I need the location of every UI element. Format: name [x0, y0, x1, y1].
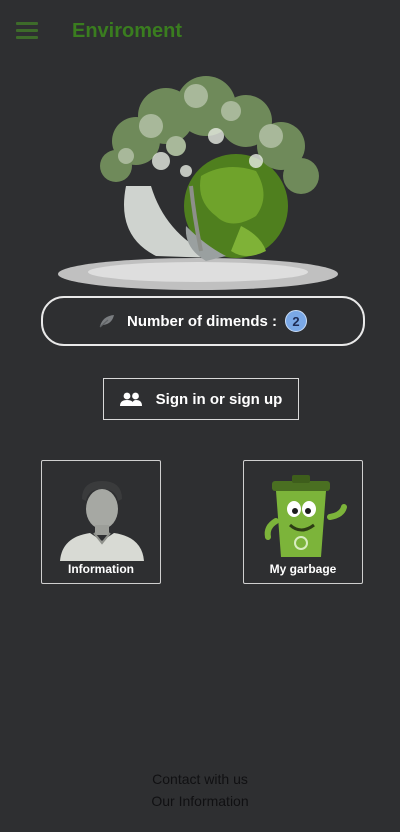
counter-label: Number of dimends : [126, 312, 277, 330]
hamburger-menu-icon[interactable] [16, 22, 38, 40]
people-icon [119, 392, 142, 406]
my-garbage-card[interactable]: My garbage [243, 460, 363, 584]
contact-link[interactable]: Contact with us [0, 771, 400, 787]
our-information-link[interactable]: Our Information [0, 793, 400, 809]
counter-badge: 2 [285, 310, 307, 332]
information-label: Information [68, 562, 134, 576]
person-avatar-illustration [60, 481, 144, 561]
garbage-bin-illustration [264, 475, 347, 557]
leaf-icon [99, 315, 114, 328]
sign-in-button[interactable]: Sign in or sign up [103, 378, 299, 420]
app-bar: Enviroment [0, 0, 400, 64]
earth-globe-illustration [58, 76, 338, 290]
diamond-counter[interactable]: Number of dimends : 2 [41, 296, 365, 346]
my-garbage-label: My garbage [269, 562, 337, 576]
app-title: Enviroment [72, 20, 183, 42]
sign-in-label: Sign in or sign up [155, 390, 283, 408]
information-card[interactable]: Information [41, 460, 161, 584]
